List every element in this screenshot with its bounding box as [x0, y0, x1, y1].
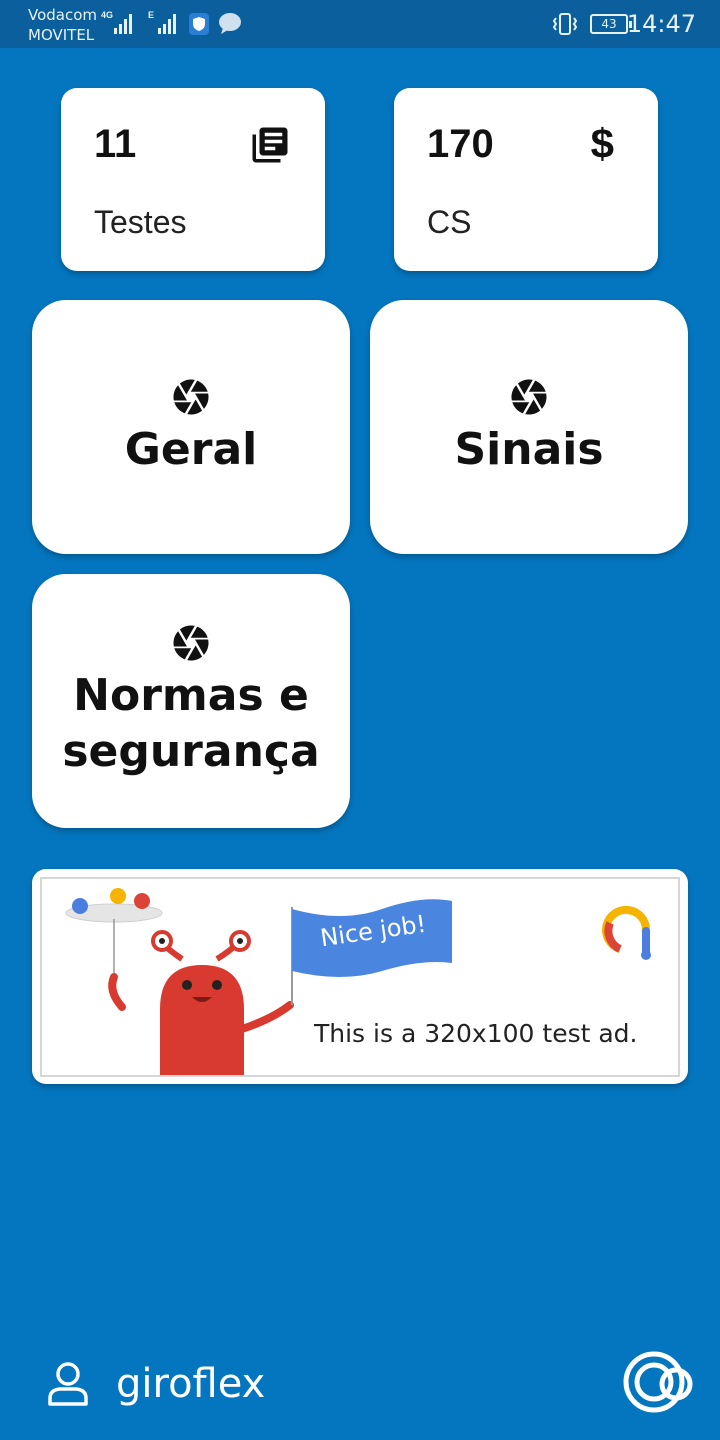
category-geral-button[interactable]: Geral — [32, 300, 350, 554]
category-sinais-button[interactable]: Sinais — [370, 300, 688, 554]
aperture-icon — [173, 625, 209, 661]
signal-icon-2 — [158, 12, 176, 34]
status-time: 14:47 — [626, 10, 696, 38]
credits-count: 170 — [427, 122, 494, 166]
signal-icon-1 — [114, 12, 132, 34]
tests-stat-card[interactable]: 11 Testes — [61, 88, 325, 271]
network-type-2: E — [148, 10, 155, 20]
user-profile-link[interactable]: giroflex — [46, 1360, 265, 1408]
carrier-2: MOVITEL — [28, 26, 95, 44]
battery-indicator: 43 — [590, 14, 632, 34]
aperture-icon — [173, 379, 209, 415]
app-logo-icon[interactable] — [622, 1350, 698, 1414]
ad-content[interactable]: Nice job! This is a 320x100 test ad. — [40, 877, 680, 1077]
category-sinais-title: Sinais — [454, 424, 604, 475]
tests-count: 11 — [94, 122, 137, 166]
tests-label: Testes — [94, 204, 187, 240]
vibrate-icon — [552, 13, 578, 35]
shield-icon — [189, 13, 209, 35]
username: giroflex — [116, 1361, 266, 1407]
category-geral-title: Geral — [124, 424, 258, 475]
newspaper-icon — [252, 127, 288, 163]
user-icon — [48, 1362, 88, 1406]
ad-body-text: This is a 320x100 test ad. — [314, 1019, 638, 1048]
carrier-names: Vodacom MOVITEL — [28, 5, 97, 45]
category-normas-button[interactable]: Normas e segurança — [32, 574, 350, 828]
message-icon — [219, 13, 241, 34]
status-bar: Vodacom MOVITEL 4G E 43 14:47 — [0, 0, 720, 48]
credits-label: CS — [427, 204, 472, 240]
category-normas-title: Normas e segurança — [62, 670, 320, 777]
network-type-1: 4G — [101, 10, 114, 20]
aperture-icon — [511, 379, 547, 415]
carrier-1: Vodacom — [28, 6, 98, 24]
credits-stat-card[interactable]: 170 $ CS — [394, 88, 658, 271]
ad-banner[interactable]: Nice job! This is a 320x100 test ad. — [32, 869, 688, 1084]
dollar-icon: $ — [590, 120, 614, 167]
